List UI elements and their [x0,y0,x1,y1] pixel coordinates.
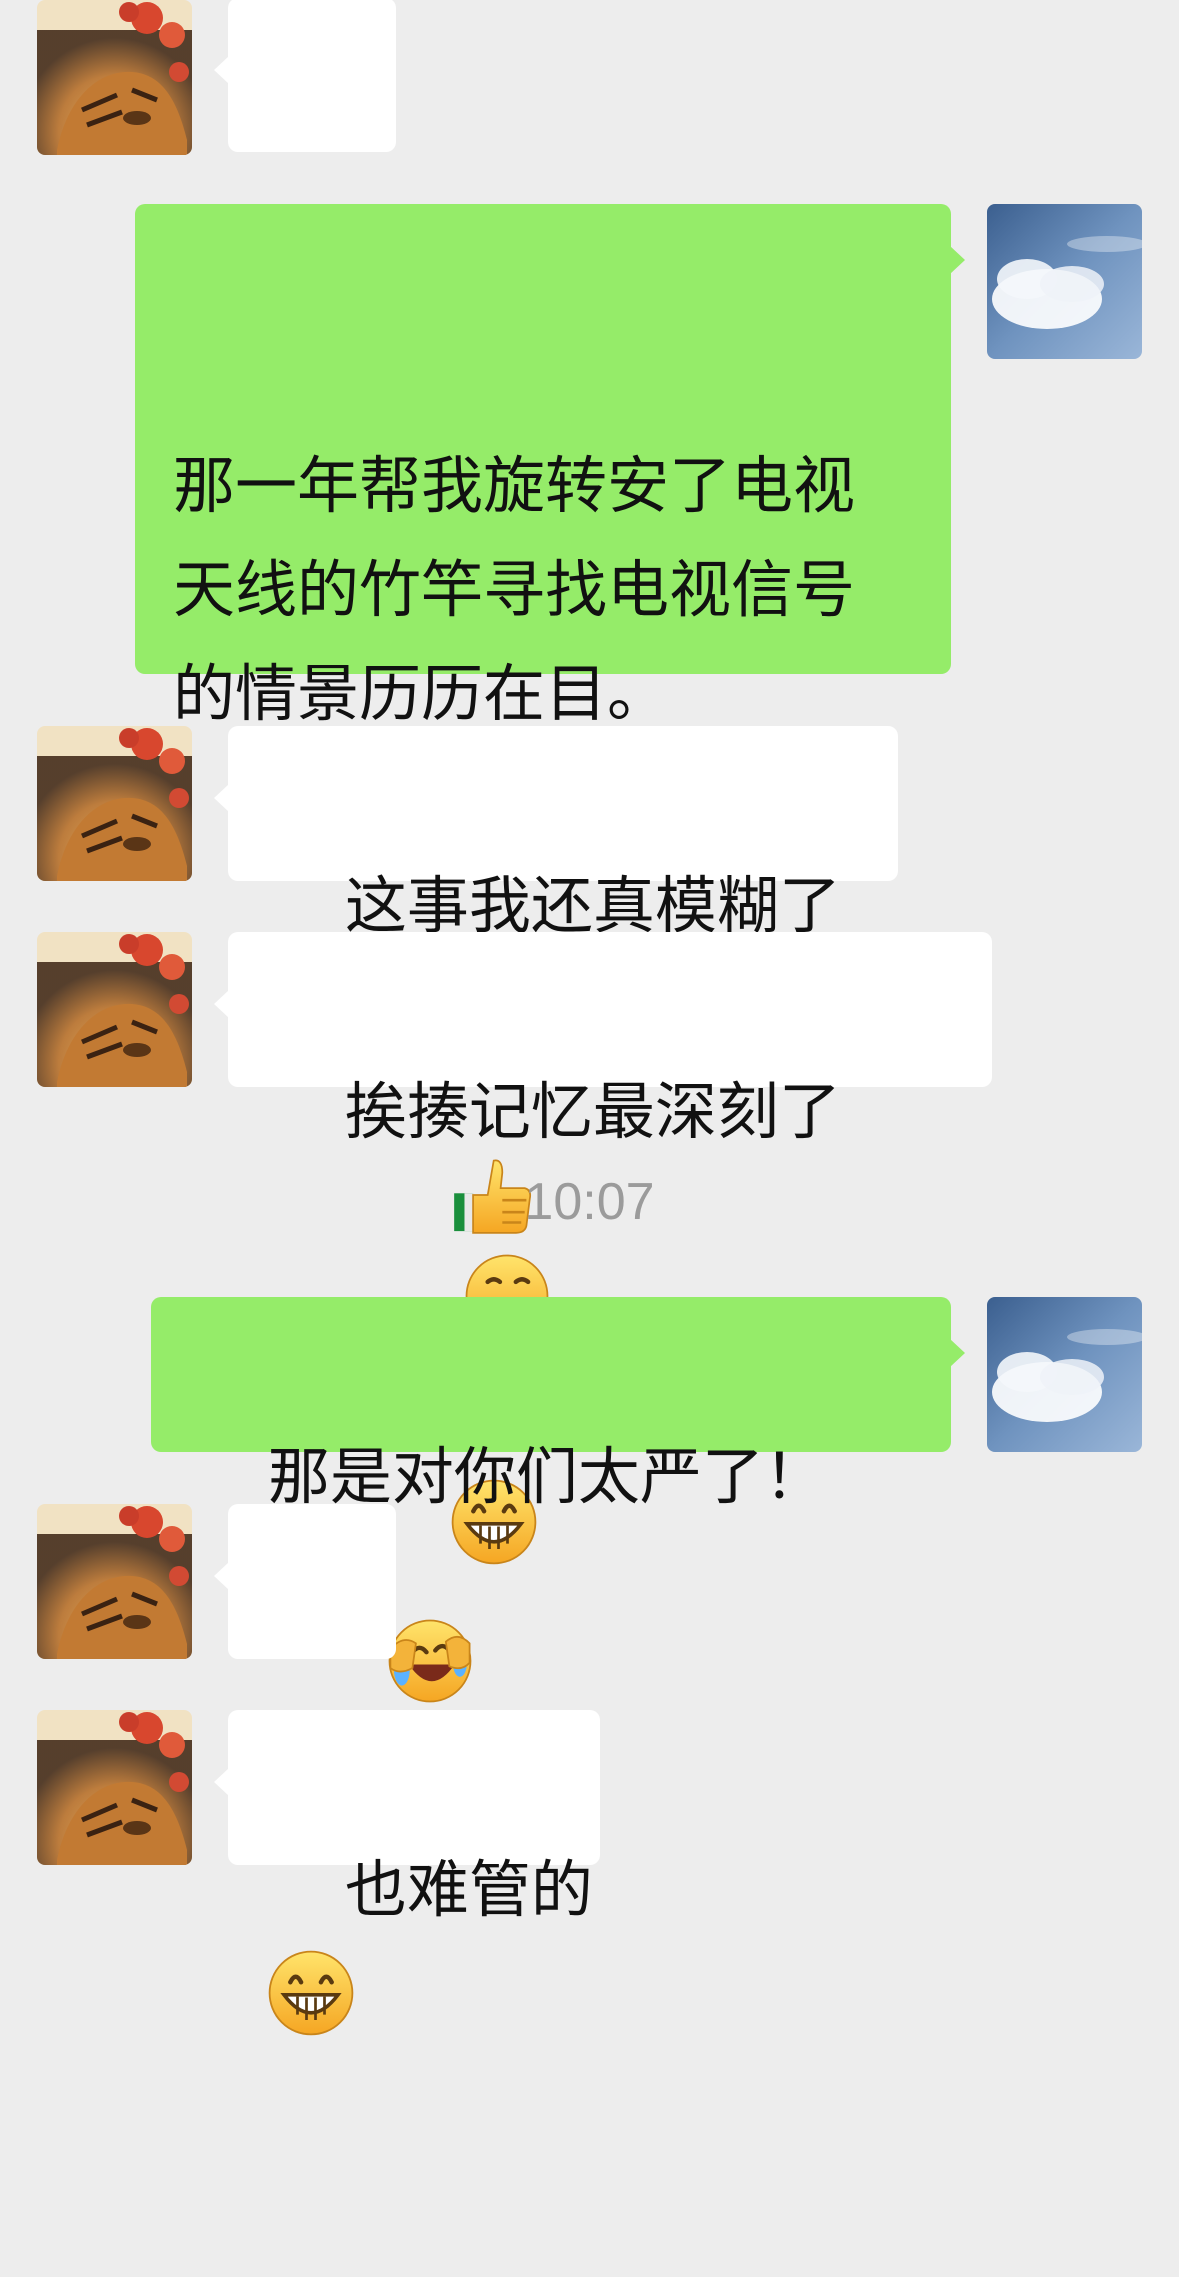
message-bubble-outgoing[interactable]: 那是对你们太严了！ [151,1297,965,1452]
message-bubble-incoming[interactable] [214,1504,396,1659]
message-bubble-incoming[interactable]: 挨揍记忆最深刻了 [214,932,992,1087]
message-bubble-outgoing[interactable]: 那一年帮我旋转安了电视天线的竹竿寻找电视信号的情景历历在目。 [135,204,965,674]
contact-avatar[interactable] [37,932,192,1087]
message-bubble-incoming[interactable]: 这事我还真模糊了 [214,726,898,942]
my-avatar[interactable] [987,1297,1142,1452]
message-text: 挨揍记忆最深刻了 [344,1075,841,1148]
contact-avatar[interactable] [37,726,192,881]
message-timestamp: 10:07 [524,1173,655,1231]
contact-avatar[interactable] [37,0,192,155]
contact-avatar[interactable] [37,1710,192,1865]
message-text: 那是对你们太严了！ [267,1440,826,1513]
message-text: 也难管的 [344,1853,593,1926]
contact-avatar[interactable] [37,1504,192,1659]
message-text: 那一年帮我旋转安了电视天线的竹竿寻找电视信号的情景历历在目。 [173,449,856,730]
my-avatar[interactable] [987,204,1142,359]
message-bubble-incoming[interactable]: 也难管的 [214,1710,600,1926]
message-bubble-incoming[interactable] [214,0,396,152]
